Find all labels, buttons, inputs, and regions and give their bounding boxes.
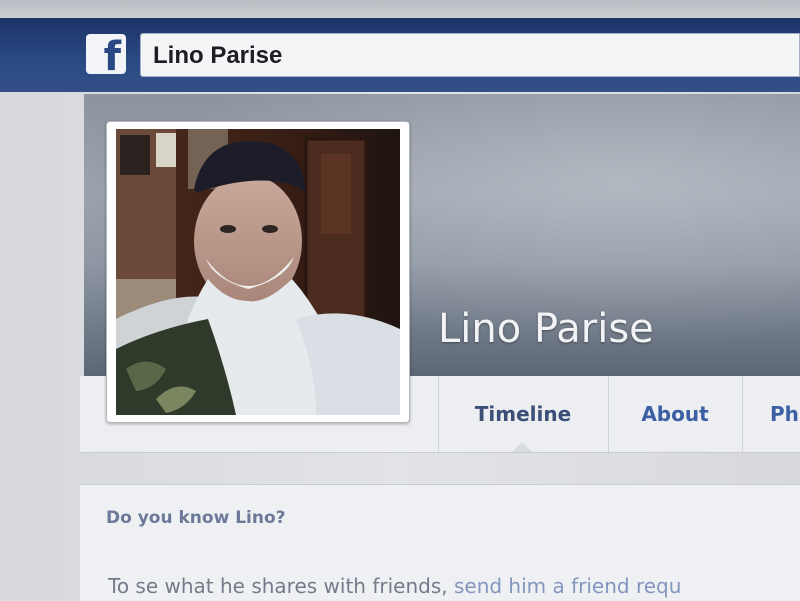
card-text-prefix: To s: [108, 574, 146, 598]
profile-photo[interactable]: [106, 121, 410, 423]
profile-photo-image: [116, 129, 400, 415]
card-text-middle: e what he shares with friends,: [145, 574, 454, 598]
send-friend-request-link[interactable]: send him a friend requ: [454, 574, 681, 598]
facebook-logo-icon[interactable]: f: [86, 34, 126, 74]
tab-about-label: About: [641, 402, 709, 426]
search-input[interactable]: Lino Parise: [140, 33, 800, 77]
card-title: Do you know Lino?: [106, 508, 286, 528]
logo-glyph: f: [103, 34, 121, 74]
tab-timeline[interactable]: Timeline: [438, 376, 608, 452]
active-tab-caret: [512, 442, 532, 452]
tab-about[interactable]: About: [608, 376, 742, 452]
tab-divider: [438, 376, 439, 452]
tab-photos[interactable]: Ph: [742, 376, 800, 452]
tab-photos-label: Ph: [770, 402, 799, 426]
card-text: To se what he shares with friends, send …: [108, 574, 681, 598]
tab-timeline-label: Timeline: [474, 402, 572, 426]
profile-name[interactable]: Lino Parise: [438, 306, 654, 352]
